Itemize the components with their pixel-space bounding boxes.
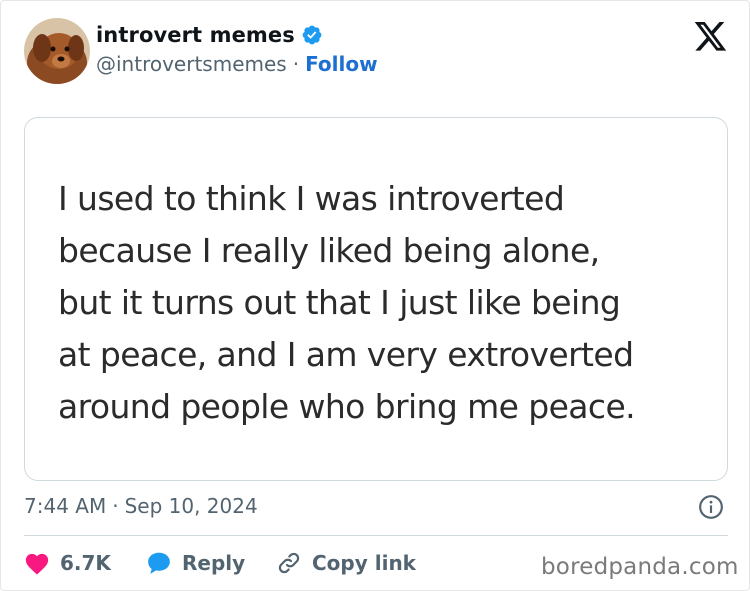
post-timestamp[interactable]: 7:44 AM · Sep 10, 2024 — [24, 494, 258, 518]
dog-avatar-icon — [24, 18, 90, 84]
like-count: 6.7K — [60, 551, 111, 575]
post-line: around people who bring me peace. — [58, 387, 636, 426]
watermark: boredpanda.com — [541, 554, 739, 580]
timestamp-separator: · — [112, 494, 119, 518]
copy-link-button[interactable]: Copy link — [276, 550, 416, 576]
author-handle-row: @introvertsmemes · Follow — [96, 52, 378, 76]
copy-link-label: Copy link — [312, 551, 416, 575]
follow-button[interactable]: Follow — [305, 52, 378, 76]
post-text-image: I used to think I was introverted becaus… — [58, 173, 718, 433]
author-display-name[interactable]: introvert memes — [96, 23, 295, 47]
action-bar: 6.7K Reply Copy link — [24, 547, 416, 579]
post-line: because I really liked being alone, — [58, 231, 600, 270]
post-date: Sep 10, 2024 — [124, 494, 258, 518]
info-icon[interactable] — [698, 494, 724, 520]
reply-button[interactable]: Reply — [146, 550, 276, 576]
handle-separator: · — [292, 52, 300, 76]
post-media-card[interactable]: I used to think I was introverted becaus… — [24, 117, 728, 481]
like-button[interactable]: 6.7K — [24, 551, 146, 575]
heart-icon — [25, 553, 49, 575]
author-name-row: introvert memes — [96, 23, 323, 47]
post-line: but it turns out that I just like being — [58, 283, 621, 322]
link-icon — [278, 552, 300, 574]
divider — [24, 535, 728, 536]
reply-bubble-icon — [148, 552, 170, 574]
post-card: introvert memes @introvertsmemes · Follo… — [0, 0, 750, 591]
post-time: 7:44 AM — [24, 494, 107, 518]
author-handle[interactable]: @introvertsmemes — [96, 52, 287, 76]
verified-badge-icon — [302, 25, 322, 45]
x-logo-icon[interactable] — [694, 22, 728, 52]
post-line: at peace, and I am very extroverted — [58, 335, 634, 374]
reply-label: Reply — [182, 551, 246, 575]
post-line: I used to think I was introverted — [58, 179, 565, 218]
avatar[interactable] — [24, 18, 90, 84]
